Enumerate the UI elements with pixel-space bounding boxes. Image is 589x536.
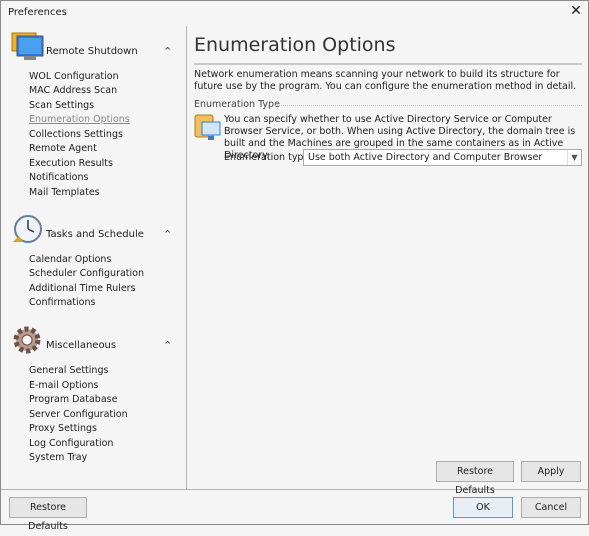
enum-type-value: Use both Active Directory and Computer B… [308,152,543,163]
divider [1,489,589,490]
sidebar-item-proxy-settings[interactable]: Proxy Settings [29,423,97,434]
sidebar-item-scheduler-configuration[interactable]: Scheduler Configuration [29,268,144,279]
section-miscellaneous[interactable]: Miscellaneous [46,340,116,351]
enum-type-label: Enumeration type: [224,152,313,163]
chevron-up-icon[interactable]: ⌃ [163,339,172,352]
chevron-down-icon[interactable]: ▼ [567,150,581,165]
sidebar-item-server-configuration[interactable]: Server Configuration [29,409,128,420]
group-title: Enumeration Type [194,99,280,110]
preferences-window: Preferences ✕ Remote Shutdown ⌃ WOL Conf… [0,0,589,532]
section-tasks-and-schedule[interactable]: Tasks and Schedule [46,229,144,240]
close-icon[interactable]: ✕ [568,3,584,19]
window-title: Preferences [8,7,67,18]
sidebar-item-collections-settings[interactable]: Collections Settings [29,129,123,140]
sidebar-item-general-settings[interactable]: General Settings [29,365,108,376]
sidebar-item-enumeration-options[interactable]: Enumeration Options [29,114,130,125]
sidebar-item-email-options[interactable]: E-mail Options [29,380,98,391]
gear-icon [13,326,41,354]
sidebar-item-mac-address-scan[interactable]: MAC Address Scan [29,85,117,96]
enum-type-select[interactable]: Use both Active Directory and Computer B… [303,149,582,166]
sidebar-item-execution-results[interactable]: Execution Results [29,158,113,169]
monitor-icon [11,32,44,60]
cancel-button[interactable]: Cancel [521,497,581,518]
footer-restore-defaults-button[interactable]: Restore Defaults [9,497,87,532]
page-title: Enumeration Options [194,34,396,56]
sidebar-item-program-database[interactable]: Program Database [29,394,117,405]
network-computer-icon [194,114,221,140]
sidebar-item-confirmations[interactable]: Confirmations [29,297,95,308]
sidebar-item-wol-configuration[interactable]: WOL Configuration [29,71,119,82]
clock-icon [13,215,42,243]
divider [186,26,187,489]
group-divider [273,105,582,106]
sidebar-item-remote-agent[interactable]: Remote Agent [29,143,97,154]
title-underline [194,63,582,65]
sidebar-item-calendar-options[interactable]: Calendar Options [29,254,111,265]
sidebar-item-notifications[interactable]: Notifications [29,172,88,183]
sidebar-item-system-tray[interactable]: System Tray [29,452,87,463]
ok-button[interactable]: OK [453,497,513,518]
sidebar-item-additional-time-rulers[interactable]: Additional Time Rulers [29,283,136,294]
chevron-up-icon[interactable]: ⌃ [163,45,172,58]
sidebar-item-log-configuration[interactable]: Log Configuration [29,438,113,449]
sidebar-item-scan-settings[interactable]: Scan Settings [29,100,94,111]
section-remote-shutdown[interactable]: Remote Shutdown [46,46,138,57]
apply-button[interactable]: Apply [521,461,581,482]
restore-defaults-button[interactable]: Restore Defaults [436,461,514,496]
description: Network enumeration means scanning your … [194,69,577,92]
sidebar-item-mail-templates[interactable]: Mail Templates [29,187,100,198]
chevron-up-icon[interactable]: ⌃ [163,228,172,241]
